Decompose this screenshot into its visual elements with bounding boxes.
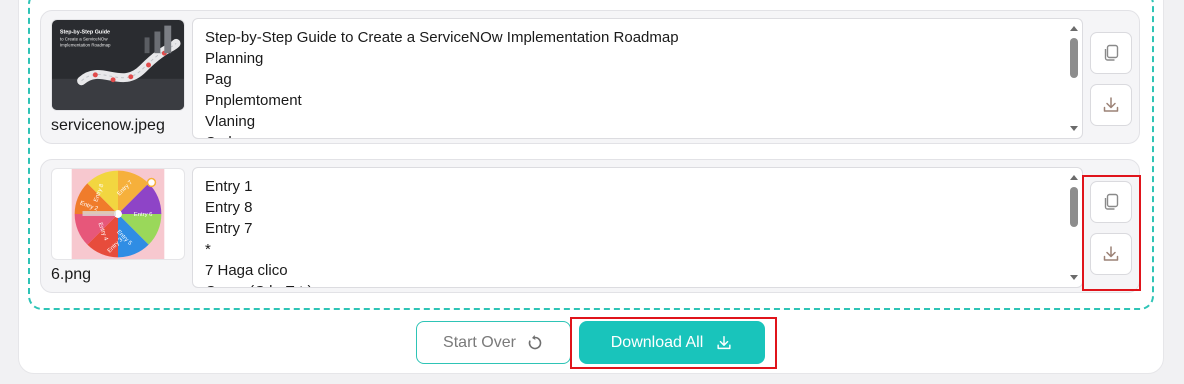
text-scrollbar[interactable] [1066, 168, 1082, 287]
svg-text:to Create a ServiceNOw: to Create a ServiceNOw [60, 36, 108, 41]
download-icon [1103, 246, 1119, 261]
copy-icon [1104, 44, 1119, 61]
text-scrollbar[interactable] [1066, 19, 1082, 138]
svg-text:Step-by-Step Guide: Step-by-Step Guide [60, 29, 110, 35]
copy-text-button[interactable] [1090, 181, 1132, 223]
scroll-down-icon[interactable] [1070, 275, 1078, 280]
scroll-down-icon[interactable] [1070, 126, 1078, 131]
copy-icon [1104, 193, 1119, 210]
restart-icon [528, 334, 542, 349]
extracted-text[interactable]: Entry 1 Entry 8 Entry 7 * 7 Haga clico C… [193, 168, 1082, 287]
svg-text:Implementation Roadmap: Implementation Roadmap [60, 42, 111, 47]
scroll-thumb[interactable] [1070, 187, 1078, 227]
result-item-servicenow: Step-by-Step Guide to Create a ServiceNO… [40, 10, 1140, 144]
svg-text:Entry 6: Entry 6 [134, 212, 153, 218]
copy-text-button[interactable] [1090, 32, 1132, 74]
result-file-name: servicenow.jpeg [51, 117, 165, 134]
extracted-text-area[interactable]: Entry 1 Entry 8 Entry 7 * 7 Haga clico C… [192, 167, 1083, 288]
result-thumbnail[interactable]: Entry 8 Entry 7 Entry 6 Entry 5 Entry 4 … [51, 168, 185, 260]
scroll-up-icon[interactable] [1070, 26, 1078, 31]
scroll-thumb[interactable] [1070, 38, 1078, 78]
extracted-text-area[interactable]: Step-by-Step Guide to Create a ServiceNO… [192, 18, 1083, 139]
download-icon [717, 335, 731, 349]
download-all-label: Download All [610, 333, 704, 351]
roadmap-image: Step-by-Step Guide to Create a ServiceNO… [52, 20, 184, 110]
download-text-button[interactable] [1090, 84, 1132, 126]
download-all-button[interactable]: Download All [579, 321, 765, 364]
result-item-6png: Entry 8 Entry 7 Entry 6 Entry 5 Entry 4 … [40, 159, 1140, 293]
download-text-button[interactable] [1090, 233, 1132, 275]
download-icon [1103, 97, 1119, 112]
wheel-image: Entry 8 Entry 7 Entry 6 Entry 5 Entry 4 … [71, 169, 165, 259]
result-thumbnail[interactable]: Step-by-Step Guide to Create a ServiceNO… [51, 19, 185, 111]
extracted-text[interactable]: Step-by-Step Guide to Create a ServiceNO… [193, 19, 1082, 138]
result-file-name: 6.png [51, 266, 92, 283]
scroll-up-icon[interactable] [1070, 175, 1078, 180]
start-over-label: Start Over [443, 333, 516, 351]
start-over-button[interactable]: Start Over [416, 321, 571, 364]
